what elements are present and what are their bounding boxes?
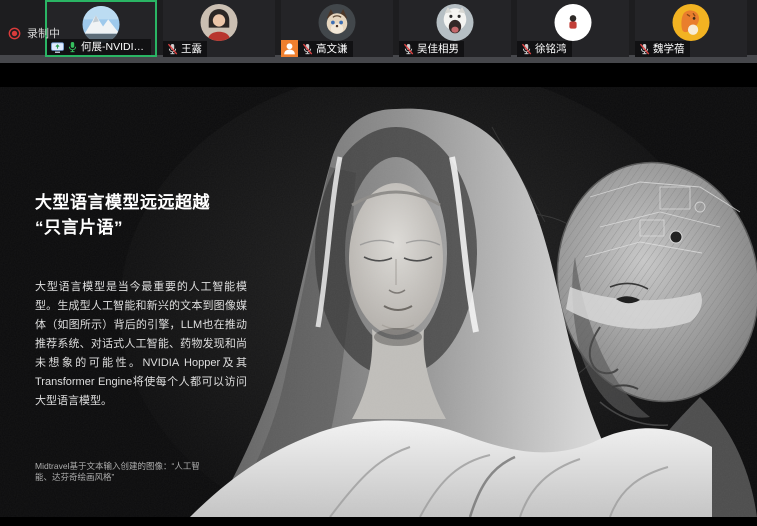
name-bar: 高文谦: [298, 41, 353, 57]
mic-muted-icon: [639, 43, 650, 55]
mountain-avatar-image: [83, 6, 120, 43]
slide-body-text: 大型语言模型是当今最重要的人工智能模型。生成型人工智能和新兴的文本到图像媒体（如…: [35, 278, 247, 411]
participant-tiles: 何展-NVIDIA-...: [45, 0, 747, 57]
participant-name: 王露: [181, 43, 202, 55]
participant-tile-wujiaxiangnan[interactable]: 吴佳相男: [399, 0, 511, 57]
meeting-window: 录制中: [0, 0, 757, 526]
cat-avatar-image: [319, 4, 356, 41]
name-bar: 何展-NVIDIA-...: [47, 39, 151, 55]
recording-label: 录制中: [27, 25, 60, 41]
participant-tile-xuminghong[interactable]: 徐铭鸿: [517, 0, 629, 57]
cartoon-figure-avatar-image: [555, 4, 592, 41]
screen-share-icon: [51, 42, 64, 53]
name-bar: 徐铭鸿: [517, 41, 572, 57]
avatar: [319, 4, 356, 41]
mic-muted-icon: [302, 43, 313, 55]
shared-screen-area: 大型语言模型远远超越 “只言片语” 大型语言模型是当今最重要的人工智能模型。生成…: [0, 63, 757, 526]
mic-on-icon: [67, 41, 78, 53]
presentation-slide: 大型语言模型远远超越 “只言片语” 大型语言模型是当今最重要的人工智能模型。生成…: [0, 87, 757, 517]
record-icon: [8, 27, 21, 40]
name-bar: 王露: [163, 41, 207, 57]
slide-title: 大型语言模型远远超越 “只言片语”: [35, 190, 295, 240]
participant-name: 何展-NVIDIA-...: [81, 41, 146, 53]
avatar: [201, 4, 238, 41]
tiger-avatar-image: [673, 4, 710, 41]
recording-indicator: 录制中: [8, 25, 60, 41]
participant-tile-weixuebei[interactable]: 魏学蓓: [635, 0, 747, 57]
avatar: [673, 4, 710, 41]
slide-title-line1: 大型语言模型远远超越: [35, 190, 295, 215]
participant-name: 高文谦: [316, 43, 348, 55]
participant-name: 徐铭鸿: [535, 43, 567, 55]
participant-tile-gaowenqian[interactable]: 高文谦: [281, 0, 393, 57]
participant-name: 吴佳相男: [417, 43, 459, 55]
avatar: [83, 6, 120, 43]
video-strip: 录制中: [0, 0, 757, 63]
woman-avatar-image: [201, 4, 238, 41]
participant-name: 魏学蓓: [653, 43, 685, 55]
slide-image-caption: Midtravel基于文本输入创建的图像：“人工智能、达芬奇绘画风格”: [35, 461, 205, 483]
mic-muted-icon: [167, 43, 178, 55]
participant-tile-wanglu[interactable]: 王露: [163, 0, 275, 57]
slide-title-line2: “只言片语”: [35, 215, 295, 240]
name-bar: 吴佳相男: [399, 41, 464, 57]
person-badge-icon: [281, 40, 298, 57]
dog-avatar-image: [437, 4, 474, 41]
mic-muted-icon: [403, 43, 414, 55]
name-bar: 魏学蓓: [635, 41, 690, 57]
mic-muted-icon: [521, 43, 532, 55]
avatar: [555, 4, 592, 41]
avatar: [437, 4, 474, 41]
participant-tile-hezhan[interactable]: 何展-NVIDIA-...: [45, 0, 157, 57]
